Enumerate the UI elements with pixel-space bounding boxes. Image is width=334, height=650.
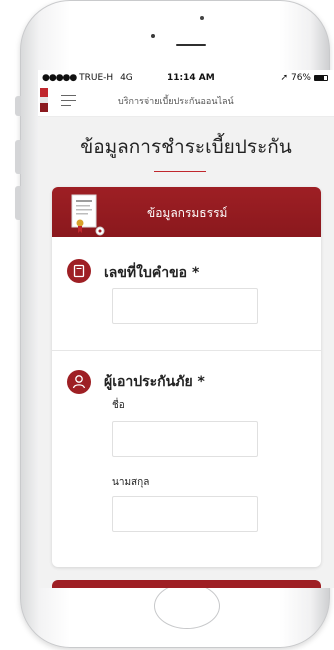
earpiece-speaker (176, 44, 206, 46)
hamburger-icon[interactable] (61, 95, 76, 107)
title-underline (154, 171, 206, 172)
next-section-card (52, 580, 321, 588)
network-type: 4G (120, 73, 133, 83)
mute-switch (15, 96, 21, 116)
last-name-label: นามสกุล (112, 477, 150, 488)
app-title: บริการจ่ายเบี้ยประกันออนไลน์ (118, 97, 234, 107)
book-icon (67, 259, 91, 283)
hamburger-line-1 (61, 95, 76, 96)
signal-dots-icon: ●●●●● (42, 73, 77, 83)
page: ●●●●● TRUE-H 4G 11:14 AM ➚ 76% บริการจ่า… (0, 0, 334, 650)
status-right: ➚ 76% (280, 73, 328, 83)
user-icon-glyph (72, 375, 86, 389)
book-icon-glyph (73, 264, 85, 278)
first-name-label: ชื่อ (112, 400, 125, 411)
policy-info-card: ข้อมูลกรมธรรม์ เลขที่ใบคำขอ * ผู้เอาประก… (52, 187, 321, 567)
volume-down-button (15, 186, 21, 220)
application-number-input[interactable] (112, 288, 258, 324)
carrier-info: ●●●●● TRUE-H 4G (42, 73, 133, 83)
front-camera (200, 16, 204, 20)
status-bar: ●●●●● TRUE-H 4G 11:14 AM ➚ 76% (38, 70, 334, 86)
section-divider (52, 350, 321, 351)
hamburger-line-3 (61, 105, 71, 106)
page-title: ข้อมูลการชำระเบี้ยประกัน (80, 136, 292, 158)
logo-top-bar (40, 88, 48, 97)
home-button[interactable] (154, 583, 220, 629)
card-header: ข้อมูลกรมธรรม์ (52, 187, 321, 237)
insured-person-title: ผู้เอาประกันภัย * (104, 374, 205, 390)
carrier-name: TRUE-H (79, 73, 114, 83)
application-number-title: เลขที่ใบคำขอ * (104, 265, 200, 281)
logo-bottom-bar (40, 103, 48, 112)
document-certificate-icon (71, 194, 105, 236)
status-time: 11:14 AM (167, 73, 215, 83)
brand-logo (40, 88, 48, 112)
user-icon (67, 370, 91, 394)
location-arrow-icon: ➚ (280, 73, 288, 83)
card-header-title: ข้อมูลกรมธรรม์ (147, 206, 228, 220)
app-screen: ●●●●● TRUE-H 4G 11:14 AM ➚ 76% บริการจ่า… (38, 70, 334, 588)
battery-icon (314, 75, 328, 81)
first-name-input[interactable] (112, 421, 258, 457)
hamburger-line-2 (61, 100, 76, 101)
battery-percent: 76% (290, 73, 311, 83)
volume-up-button (15, 140, 21, 174)
last-name-input[interactable] (112, 496, 258, 532)
battery-fill (315, 76, 325, 80)
proximity-sensor (151, 34, 155, 38)
app-header: บริการจ่ายเบี้ยประกันออนไลน์ (38, 86, 334, 117)
